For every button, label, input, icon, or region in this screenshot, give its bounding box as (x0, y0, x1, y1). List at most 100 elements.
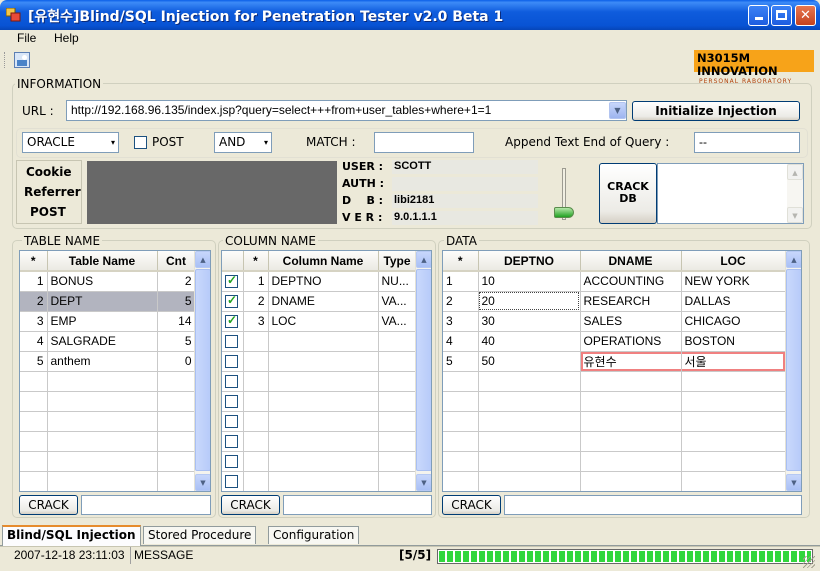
column-checkbox[interactable] (225, 394, 238, 408)
table-col-index[interactable]: * (20, 251, 48, 272)
column-row-empty[interactable] (222, 411, 417, 432)
scroll-down-icon[interactable]: ▼ (786, 474, 801, 491)
progress-fill (439, 551, 811, 562)
data-grid[interactable]: * DEPTNO DNAME LOC 1 10 ACCOUNTING NEW YORK… (442, 250, 802, 492)
referrer-tab[interactable]: Referrer (24, 185, 81, 199)
table-crack-button[interactable]: CRACK (19, 495, 78, 515)
db-type-select[interactable]: ORACLE ▾ (22, 132, 119, 153)
column-row-empty[interactable] (222, 471, 417, 491)
data-col-index[interactable]: * (443, 251, 479, 272)
maximize-button[interactable] (771, 5, 792, 26)
tab-stored-procedure[interactable]: Stored Procedure (143, 526, 257, 544)
table-col-cnt[interactable]: Cnt (157, 251, 196, 272)
column-checkbox[interactable] (225, 474, 238, 488)
column-col-check[interactable] (222, 251, 244, 272)
request-editor[interactable] (87, 161, 337, 224)
data-crack-button[interactable]: CRACK (442, 495, 501, 515)
initialize-injection-button[interactable]: Initialize Injection (632, 101, 800, 121)
slider-thumb[interactable] (554, 207, 574, 218)
column-checkbox[interactable] (225, 434, 238, 448)
column-name-grid[interactable]: * Column Name Type ✓ 1 DEPTNO NU... ✓ 2 DNA… (221, 250, 432, 492)
table-name-grid[interactable]: * Table Name Cnt 1 BONUS 2 2 DEPT 5 3 EMP 14 4… (19, 250, 211, 492)
table-row[interactable]: 5 anthem 0 (20, 351, 196, 372)
cookie-tab[interactable]: Cookie (26, 165, 72, 179)
column-col-name[interactable]: Column Name (268, 251, 379, 272)
column-checkbox[interactable] (225, 374, 238, 388)
scroll-up-icon[interactable]: ▲ (416, 251, 431, 268)
table-row[interactable]: 3 EMP 14 (20, 311, 196, 332)
column-row-empty[interactable] (222, 451, 417, 472)
column-col-type[interactable]: Type (378, 251, 417, 272)
scroll-up-icon[interactable]: ▲ (787, 164, 803, 180)
minimize-button[interactable] (748, 5, 769, 26)
column-row-empty[interactable] (222, 331, 417, 352)
crack-db-output[interactable] (657, 163, 804, 224)
data-col-deptno[interactable]: DEPTNO (478, 251, 581, 272)
column-row-empty[interactable] (222, 351, 417, 372)
url-combobox[interactable]: http://192.168.96.135/index.jsp?query=se… (66, 100, 627, 121)
column-col-index[interactable]: * (243, 251, 269, 272)
db-value: libi2181 (392, 194, 538, 208)
data-col-loc[interactable]: LOC (681, 251, 786, 272)
crack-db-button[interactable]: CRACK DB (599, 163, 657, 224)
data-row[interactable]: 4 40 OPERATIONS BOSTON (443, 331, 786, 352)
column-grid-scrollbar[interactable]: ▲ ▼ (415, 251, 431, 491)
column-row-empty[interactable] (222, 431, 417, 452)
column-row[interactable]: ✓ 2 DNAME VA... (222, 291, 417, 312)
column-checkbox[interactable] (225, 454, 238, 468)
menu-file[interactable]: File (17, 31, 36, 45)
scroll-thumb[interactable] (195, 269, 210, 471)
scroll-down-icon[interactable]: ▼ (787, 207, 803, 223)
column-checkbox[interactable] (225, 354, 238, 368)
data-grid-scrollbar[interactable]: ▲ ▼ (785, 251, 801, 491)
table-name-label: TABLE NAME (22, 234, 103, 248)
post-tab[interactable]: POST (30, 205, 66, 219)
title-bar[interactable]: [유현수]Blind/SQL Injection for Penetration… (0, 0, 820, 30)
resize-grip-icon[interactable] (803, 556, 815, 568)
data-row[interactable]: 1 10 ACCOUNTING NEW YORK (443, 271, 786, 292)
data-col-dname[interactable]: DNAME (580, 251, 682, 272)
table-row[interactable]: 4 SALGRADE 5 (20, 331, 196, 352)
status-timestamp: 2007-12-18 23:11:03 (14, 548, 125, 562)
table-crack-input[interactable] (81, 495, 211, 515)
menu-help[interactable]: Help (54, 31, 79, 45)
column-crack-input[interactable] (283, 495, 432, 515)
data-crack-input[interactable] (504, 495, 802, 515)
column-row[interactable]: ✓ 3 LOC VA... (222, 311, 417, 332)
data-row[interactable]: 2 20 RESEARCH DALLAS (443, 291, 786, 312)
image-icon[interactable] (14, 52, 30, 68)
column-row-empty[interactable] (222, 391, 417, 412)
scroll-down-icon[interactable]: ▼ (195, 474, 210, 491)
table-row-selected[interactable]: 2 DEPT 5 (20, 291, 196, 312)
post-checkbox[interactable] (134, 136, 147, 149)
crack-db-scrollbar[interactable]: ▲ ▼ (787, 164, 803, 223)
operator-select[interactable]: AND ▾ (214, 132, 272, 153)
data-row[interactable]: 3 30 SALES CHICAGO (443, 311, 786, 332)
column-row-empty[interactable] (222, 371, 417, 392)
column-crack-button[interactable]: CRACK (221, 495, 280, 515)
scroll-down-icon[interactable]: ▼ (416, 474, 431, 491)
scroll-thumb[interactable] (786, 269, 801, 471)
table-col-name[interactable]: Table Name (47, 251, 158, 272)
user-label: USER : (342, 160, 384, 173)
column-checkbox-checked[interactable]: ✓ (225, 293, 238, 308)
url-dropdown-chevron-icon[interactable]: ▼ (609, 102, 626, 119)
data-row-highlighted[interactable]: 5 50 유현수 서울 (443, 351, 786, 372)
table-row[interactable]: 1 BONUS 2 (20, 271, 196, 292)
scroll-thumb[interactable] (416, 269, 431, 471)
match-input[interactable] (374, 132, 474, 153)
status-message: MESSAGE (134, 548, 194, 562)
column-checkbox[interactable] (225, 334, 238, 348)
scroll-up-icon[interactable]: ▲ (195, 251, 210, 268)
column-row[interactable]: ✓ 1 DEPTNO NU... (222, 271, 417, 292)
table-grid-scrollbar[interactable]: ▲ ▼ (194, 251, 210, 491)
scroll-up-icon[interactable]: ▲ (786, 251, 801, 268)
url-value: http://192.168.96.135/index.jsp?query=se… (71, 103, 492, 117)
close-button[interactable]: ✕ (795, 5, 816, 26)
column-checkbox-checked[interactable]: ✓ (225, 313, 238, 328)
tab-blind-sql-injection[interactable]: Blind/SQL Injection (2, 525, 141, 546)
append-input[interactable]: -- (694, 132, 800, 153)
column-checkbox[interactable] (225, 414, 238, 428)
tab-configuration[interactable]: Configuration (268, 526, 360, 544)
column-checkbox-checked[interactable]: ✓ (225, 273, 238, 288)
